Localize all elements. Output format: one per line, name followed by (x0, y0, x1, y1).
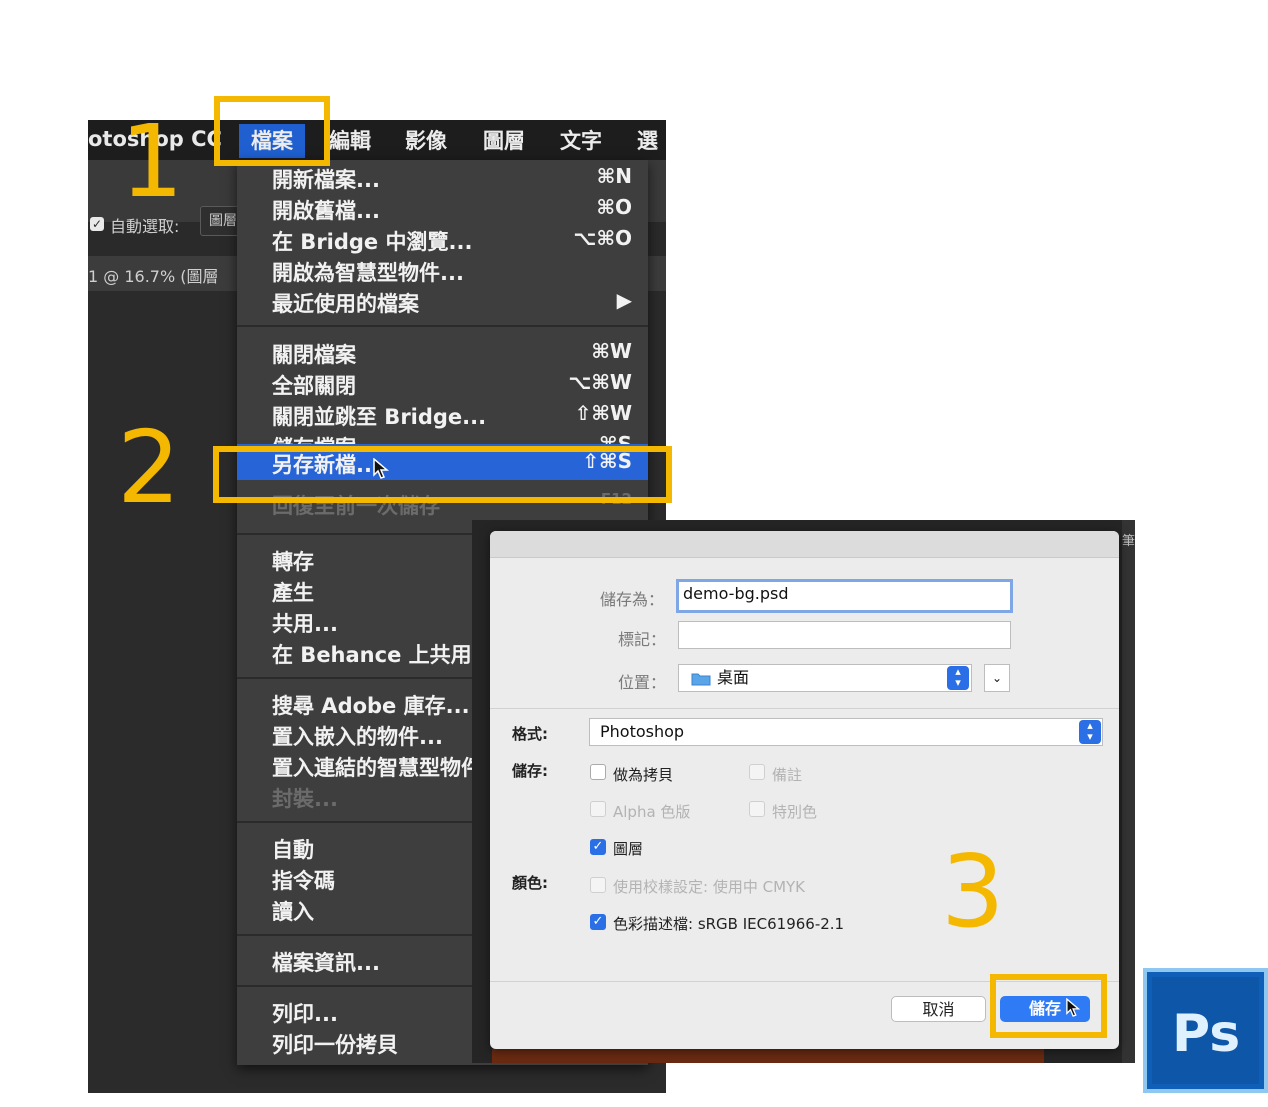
step-number-1: 1 (120, 103, 184, 220)
document-title: 1 @ 16.7% (圖層 (88, 267, 219, 286)
panel-edge: 筆 (1122, 520, 1135, 1063)
highlight-box-save-as (213, 446, 672, 503)
menu-item-open-smart-object[interactable]: 開啟為智慧型物件... (237, 255, 648, 286)
menu-item-new[interactable]: 開新檔案... ⌘N (237, 162, 648, 193)
filename-input[interactable]: demo-bg.psd (676, 579, 1013, 613)
format-label: 格式: (512, 725, 548, 743)
icc-profile-label: 色彩描述檔: sRGB IEC61966-2.1 (613, 915, 845, 933)
menu-edit[interactable]: 編輯 (329, 124, 371, 158)
location-select[interactable]: 桌面 ▴ ▾ (678, 664, 972, 692)
expand-dialog-button[interactable]: ⌄ (984, 664, 1010, 692)
menu-item-recent-files[interactable]: 最近使用的檔案 ▶ (237, 286, 648, 317)
format-stepper-icon: ▴ ▾ (1079, 720, 1101, 744)
spot-color-label: 特別色 (772, 803, 818, 821)
dialog-titlebar (490, 531, 1119, 558)
alpha-checkbox (590, 801, 606, 817)
menu-item-open[interactable]: 開啟舊檔... ⌘O (237, 193, 648, 224)
use-proof-checkbox (590, 877, 606, 893)
where-label: 位置： (618, 673, 667, 692)
use-proof-label: 使用校樣設定: 使用中 CMYK (613, 878, 806, 896)
menu-type[interactable]: 文字 (560, 124, 602, 158)
menu-item-close[interactable]: 關閉檔案 ⌘W (237, 337, 648, 368)
cancel-button[interactable]: 取消 (891, 996, 986, 1022)
auto-select-checkbox[interactable]: ✓ (90, 217, 104, 231)
spot-color-checkbox (749, 801, 765, 817)
format-select[interactable]: Photoshop ▴ ▾ (589, 718, 1103, 746)
as-copy-checkbox[interactable] (590, 764, 606, 780)
notes-checkbox (749, 764, 765, 780)
layers-checkbox[interactable]: ✓ (590, 839, 606, 855)
step-number-2: 2 (117, 409, 181, 526)
alpha-label: Alpha 色版 (613, 803, 691, 821)
step-number-3: 3 (941, 833, 1005, 950)
save-as-dialog: 儲存為： demo-bg.psd 標記： 位置： 桌面 ▴ ▾ ⌄ 格式: Pho… (490, 531, 1119, 1049)
tags-label: 標記： (618, 630, 667, 649)
menu-item-browse-bridge[interactable]: 在 Bridge 中瀏覽... ⌥⌘O (237, 224, 648, 255)
folder-icon (691, 673, 711, 686)
color-label: 顏色: (512, 874, 548, 892)
save-options-label: 儲存: (512, 762, 548, 780)
photoshop-logo-text: Ps (1172, 1004, 1241, 1064)
highlight-box-save-button (990, 974, 1107, 1038)
photoshop-logo: Ps (1143, 968, 1268, 1093)
chevron-down-icon: ⌄ (991, 671, 1003, 685)
menu-image[interactable]: 影像 (405, 124, 447, 158)
layer-select[interactable]: 圖層 (200, 206, 242, 236)
icc-profile-checkbox[interactable]: ✓ (590, 914, 606, 930)
highlight-box-file-menu (214, 96, 330, 166)
location-stepper-icon: ▴ ▾ (947, 666, 969, 690)
canvas-image-strip (492, 1049, 1044, 1063)
menu-item-close-go-bridge[interactable]: 關閉並跳至 Bridge... ⇧⌘W (237, 399, 648, 430)
menu-layer[interactable]: 圖層 (483, 124, 525, 158)
layers-label: 圖層 (613, 840, 644, 858)
save-as-label: 儲存為： (600, 590, 665, 609)
as-copy-label: 做為拷貝 (613, 766, 674, 784)
menu-select[interactable]: 選 (637, 124, 658, 158)
divider (490, 708, 1119, 709)
notes-label: 備註 (772, 766, 803, 784)
menu-item-save[interactable]: 儲存檔案⌘S (237, 430, 648, 444)
submenu-arrow-icon: ▶ (616, 288, 632, 312)
menu-item-close-all[interactable]: 全部關閉 ⌥⌘W (237, 368, 648, 399)
menu-divider (237, 325, 648, 327)
tags-input[interactable] (678, 621, 1011, 649)
